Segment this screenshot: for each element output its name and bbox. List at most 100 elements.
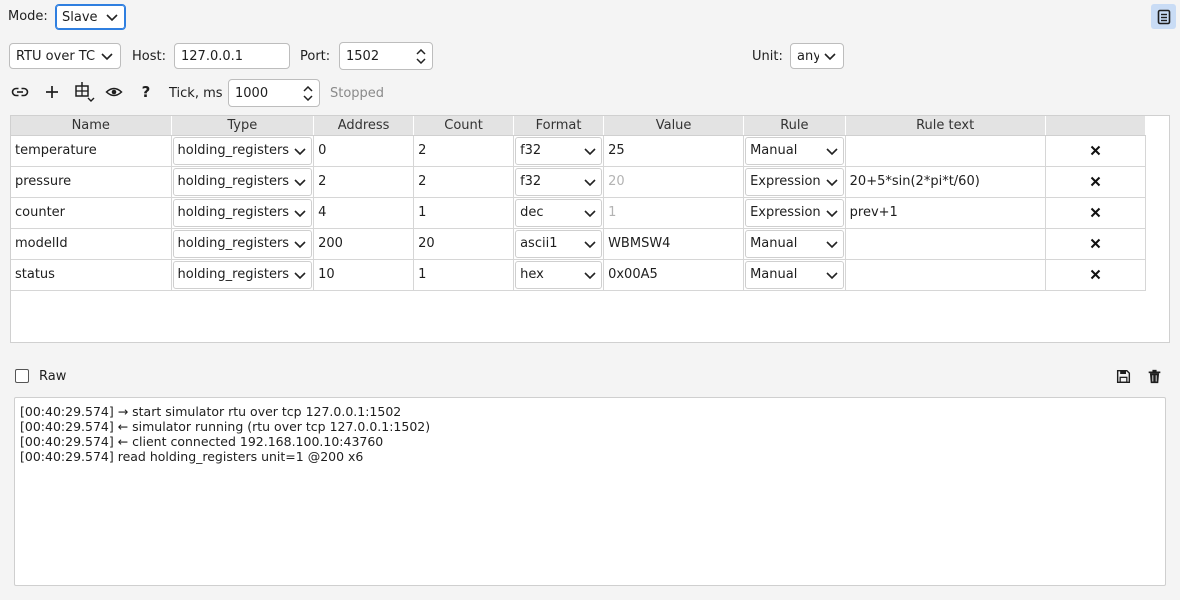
cell-rule-text[interactable] [845,259,1046,291]
cell-type[interactable]: holding_registers [171,259,315,291]
cell-name[interactable]: temperature [11,135,172,167]
cell-name[interactable]: pressure [11,166,172,198]
tick-input[interactable] [235,85,299,101]
cell-value[interactable]: 0x00A5 [603,259,745,291]
cell-type[interactable]: holding_registers [171,228,315,260]
type-select[interactable]: holding_registers [172,136,313,165]
cell-rule[interactable]: Expression [743,166,846,198]
cell-format[interactable]: ascii1 [513,228,605,260]
port-spinbox[interactable] [339,42,433,70]
cell-type[interactable]: holding_registers [171,135,315,167]
column-header-rule-text[interactable]: Rule text [845,116,1046,136]
type-select[interactable]: holding_registers [172,260,313,289]
rule-select[interactable]: Manual [745,136,844,165]
rule-select[interactable]: Expression [745,167,844,196]
cell-format[interactable]: dec [513,197,605,229]
cell-value[interactable]: WBMSW4 [603,228,745,260]
column-header-format[interactable]: Format [513,116,605,136]
table-row[interactable]: modelId holding_registers 200 20 ascii1 WBMSW… [11,228,1146,260]
cell-format[interactable]: f32 [513,166,605,198]
cell-format[interactable]: hex [513,259,605,291]
add-row-button[interactable] [40,80,64,104]
cell-type[interactable]: holding_registers [171,166,315,198]
log-output[interactable]: [00:40:29.574] → start simulator rtu ove… [14,397,1166,586]
format-select[interactable]: dec [515,198,603,227]
cell-rule-text[interactable] [845,228,1046,260]
table-row[interactable]: pressure holding_registers 2 2 f32 20 Expressi… [11,166,1146,198]
cell-count[interactable]: 1 [413,259,515,291]
column-header-address[interactable]: Address [313,116,415,136]
cell-rule-text[interactable] [845,135,1046,167]
type-select[interactable]: holding_registers [172,198,313,227]
type-select[interactable]: holding_registers [172,167,313,196]
cell-count[interactable]: 2 [413,135,515,167]
chevron-down-icon [826,209,838,217]
mode-select[interactable]: Slave [55,4,126,30]
cell-format[interactable]: f32 [513,135,605,167]
mode-label: Mode: [8,9,48,24]
watch-button[interactable] [102,80,126,104]
format-select[interactable]: ascii1 [515,229,603,258]
cell-value[interactable]: 25 [603,135,745,167]
rule-select[interactable]: Expression [745,198,844,227]
delete-row-button[interactable] [1050,198,1141,228]
table-row[interactable]: counter holding_registers 4 1 dec 1 Expression… [11,197,1146,229]
arrow-down-icon[interactable] [416,57,426,64]
clear-log-button[interactable] [1142,364,1166,388]
cell-rule-text[interactable]: prev+1 [845,197,1046,229]
connect-button[interactable] [8,80,32,104]
host-field[interactable] [174,43,290,69]
cell-count[interactable]: 1 [413,197,515,229]
cell-rule[interactable]: Expression [743,197,846,229]
column-header-value[interactable]: Value [603,116,745,136]
cell-address[interactable]: 10 [313,259,415,291]
cell-rule-text[interactable]: 20+5*sin(2*pi*t/60) [845,166,1046,198]
format-select[interactable]: f32 [515,136,603,165]
delete-row-button[interactable] [1050,229,1141,259]
cell-rule[interactable]: Manual [743,259,846,291]
cell-rule[interactable]: Manual [743,135,846,167]
delete-row-button[interactable] [1050,167,1141,197]
format-select[interactable]: hex [515,260,603,289]
column-header-type[interactable]: Type [171,116,315,136]
register-table[interactable]: Name Type Address Count Format Value Rul… [10,115,1170,343]
unit-select-value: any [797,48,819,64]
port-input[interactable] [346,48,412,64]
help-button[interactable]: ? [134,80,158,104]
tick-spinbox[interactable] [228,79,320,107]
cell-address[interactable]: 2 [313,166,415,198]
cell-address[interactable]: 4 [313,197,415,229]
cell-type[interactable]: holding_registers [171,197,315,229]
rule-select[interactable]: Manual [745,260,844,289]
cell-value[interactable]: 1 [603,197,745,229]
cell-count[interactable]: 2 [413,166,515,198]
save-log-button[interactable] [1111,364,1135,388]
log-panel-toggle-button[interactable] [1151,4,1176,29]
raw-checkbox[interactable] [15,369,29,383]
table-menu-button[interactable] [71,80,97,104]
arrow-down-icon[interactable] [303,94,313,101]
format-select[interactable]: f32 [515,167,603,196]
cell-name[interactable]: modelId [11,228,172,260]
delete-row-button[interactable] [1050,136,1141,166]
cell-value[interactable]: 20 [603,166,745,198]
cell-name[interactable]: counter [11,197,172,229]
table-row[interactable]: status holding_registers 10 1 hex 0x00A5 Manua… [11,259,1146,291]
cell-address[interactable]: 0 [313,135,415,167]
cell-rule[interactable]: Manual [743,228,846,260]
unit-select[interactable]: any [790,43,844,69]
column-header-name[interactable]: Name [11,116,172,136]
transport-select[interactable]: RTU over TCP [9,43,121,69]
table-row[interactable]: temperature holding_registers 0 2 f32 25 Manua… [11,135,1146,167]
arrow-up-icon[interactable] [416,48,426,55]
cell-name[interactable]: status [11,259,172,291]
type-select[interactable]: holding_registers [172,229,313,258]
delete-row-button[interactable] [1050,260,1141,290]
host-input[interactable] [181,48,283,64]
column-header-rule[interactable]: Rule [743,116,846,136]
rule-select[interactable]: Manual [745,229,844,258]
cell-address[interactable]: 200 [313,228,415,260]
cell-count[interactable]: 20 [413,228,515,260]
arrow-up-icon[interactable] [303,85,313,92]
column-header-count[interactable]: Count [413,116,515,136]
